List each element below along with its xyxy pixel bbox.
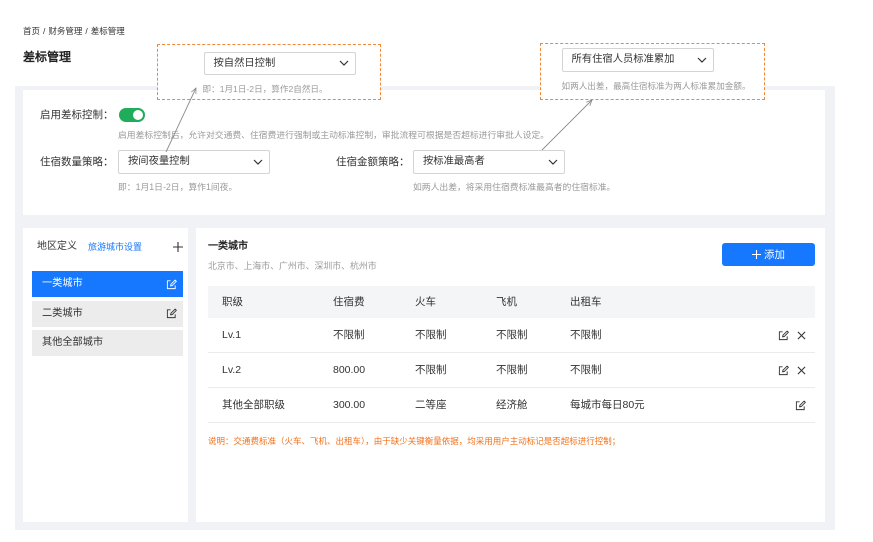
page-title: 差标管理 (23, 50, 72, 64)
annotation-select-cumulative[interactable]: 所有住宿人员标准累加 (561, 47, 714, 72)
cell-lodging: 300.00 (333, 399, 366, 411)
edit-icon[interactable] (778, 365, 789, 376)
plus-icon[interactable] (173, 242, 183, 252)
lodging-count-value: 按间夜量控制 (128, 156, 190, 167)
column-header-taxi: 出租车 (570, 296, 602, 308)
annotation-select-natural-day[interactable]: 按自然日控制 (203, 51, 356, 75)
cell-taxi: 不限制 (570, 364, 602, 376)
chevron-down-icon (697, 57, 706, 63)
cell-taxi: 不限制 (570, 329, 602, 341)
table-row: Lv.1 不限制 不限制 不限制 不限制 (208, 318, 815, 353)
breadcrumb-finance[interactable]: 财务管理 (48, 26, 82, 36)
table-header: 职级 住宿费 火车 飞机 出租车 (208, 286, 815, 318)
breadcrumb-current: 差标管理 (90, 26, 125, 36)
chevron-down-icon (253, 159, 263, 165)
cell-lodging: 不限制 (333, 329, 365, 341)
chevron-down-icon (339, 60, 348, 66)
row-actions (795, 388, 806, 422)
column-header-flight: 飞机 (496, 296, 517, 308)
breadcrumb-separator: / (43, 26, 46, 36)
edit-icon[interactable] (778, 330, 789, 341)
transport-standard-note: 说明：交通费标准（火车、飞机、出租车），由于缺少关键衡量依据，均采用用户主动标记… (208, 436, 621, 446)
cell-rank: 其他全部职级 (222, 399, 285, 411)
breadcrumb: 首页 / 财务管理 / 差标管理 (23, 25, 125, 37)
annotation-amount-option: 所有住宿人员标准累加 如两人出差，最高住宿标准为两人标准累加金额。 (540, 43, 765, 100)
cell-rank: Lv.1 (222, 329, 242, 341)
cell-flight: 不限制 (496, 329, 528, 341)
lodging-count-label: 住宿数量策略： (40, 156, 114, 168)
enable-control-description: 启用差标控制后，允许对交通费、住宿费进行强制或主动标准控制，审批流程可根据是否超… (118, 130, 550, 140)
enable-control-label: 启用差标控制： (40, 109, 114, 121)
column-header-train: 火车 (415, 296, 436, 308)
add-button[interactable]: 添加 (722, 243, 815, 266)
lodging-amount-value: 按标准最高者 (423, 156, 485, 167)
row-actions (778, 318, 806, 352)
region-title: 地区定义 (37, 241, 77, 252)
close-icon[interactable] (797, 331, 806, 340)
breadcrumb-separator: / (85, 26, 88, 36)
cell-train: 不限制 (415, 329, 447, 341)
toggle-knob (133, 110, 143, 120)
cell-taxi: 每城市每日80元 (570, 399, 645, 411)
region-item-other[interactable]: 其他全部城市 (32, 330, 183, 356)
region-item-label: 其他全部城市 (42, 337, 104, 348)
settings-card: 启用差标控制： 启用差标控制后，允许对交通费、住宿费进行强制或主动标准控制，审批… (23, 90, 825, 215)
region-list: 一类城市 二类城市 其他全部城市 (32, 271, 183, 356)
annotation-select-value: 按自然日控制 (213, 57, 276, 69)
region-card: 地区定义 旅游城市设置 一类城市 二类城市 其他全部城市 (23, 228, 188, 522)
close-icon[interactable] (797, 366, 806, 375)
lodging-amount-select[interactable]: 按标准最高者 (413, 150, 565, 174)
region-item-tier2[interactable]: 二类城市 (32, 300, 183, 327)
column-header-lodging: 住宿费 (333, 296, 365, 308)
cell-train: 不限制 (415, 364, 447, 376)
chevron-down-icon (548, 159, 558, 165)
detail-card: 一类城市 北京市、上海市、广州市、深圳市、杭州市 添加 职级 住宿费 火车 飞机… (196, 228, 825, 522)
cell-flight: 不限制 (496, 364, 528, 376)
annotation-hint: 如两人出差，最高住宿标准为两人标准累加金额。 (561, 80, 751, 91)
detail-city-list: 北京市、上海市、广州市、深圳市、杭州市 (208, 261, 377, 271)
breadcrumb-home[interactable]: 首页 (23, 26, 40, 36)
table-row: 其他全部职级 300.00 二等座 经济舱 每城市每日80元 (208, 388, 815, 423)
table-row: Lv.2 800.00 不限制 不限制 不限制 (208, 353, 815, 388)
edit-icon[interactable] (795, 400, 806, 411)
region-item-tier1[interactable]: 一类城市 (32, 271, 183, 297)
annotation-hint: 即：1月1日-2日，算作2自然日。 (202, 83, 328, 94)
add-button-label: 添加 (764, 249, 785, 261)
region-item-label: 二类城市 (42, 307, 83, 319)
column-header-rank: 职级 (222, 296, 243, 308)
plus-icon (752, 250, 761, 259)
enable-control-toggle[interactable] (119, 108, 145, 122)
lodging-count-select[interactable]: 按间夜量控制 (118, 150, 270, 174)
cell-flight: 经济舱 (496, 399, 528, 411)
edit-icon[interactable] (166, 308, 177, 319)
standards-table: 职级 住宿费 火车 飞机 出租车 Lv.1 不限制 不限制 不限制 不限制 Lv… (208, 286, 815, 423)
row-actions (778, 353, 806, 387)
detail-title: 一类城市 (208, 241, 248, 252)
cell-rank: Lv.2 (222, 364, 242, 376)
cell-lodging: 800.00 (333, 364, 366, 376)
lodging-count-hint: 即：1月1日-2日，算作1间夜。 (118, 182, 238, 192)
region-item-label: 一类城市 (42, 278, 83, 289)
lodging-amount-label: 住宿金额策略： (336, 156, 410, 168)
lodging-amount-hint: 如两人出差，将采用住宿费标准最高者的住宿标准。 (413, 182, 616, 192)
edit-icon[interactable] (166, 279, 177, 290)
cell-train: 二等座 (415, 399, 447, 411)
tourist-city-settings-link[interactable]: 旅游城市设置 (88, 241, 142, 253)
annotation-select-value: 所有住宿人员标准累加 (571, 53, 675, 65)
annotation-night-count-option: 按自然日控制 即：1月1日-2日，算作2自然日。 (157, 44, 381, 100)
